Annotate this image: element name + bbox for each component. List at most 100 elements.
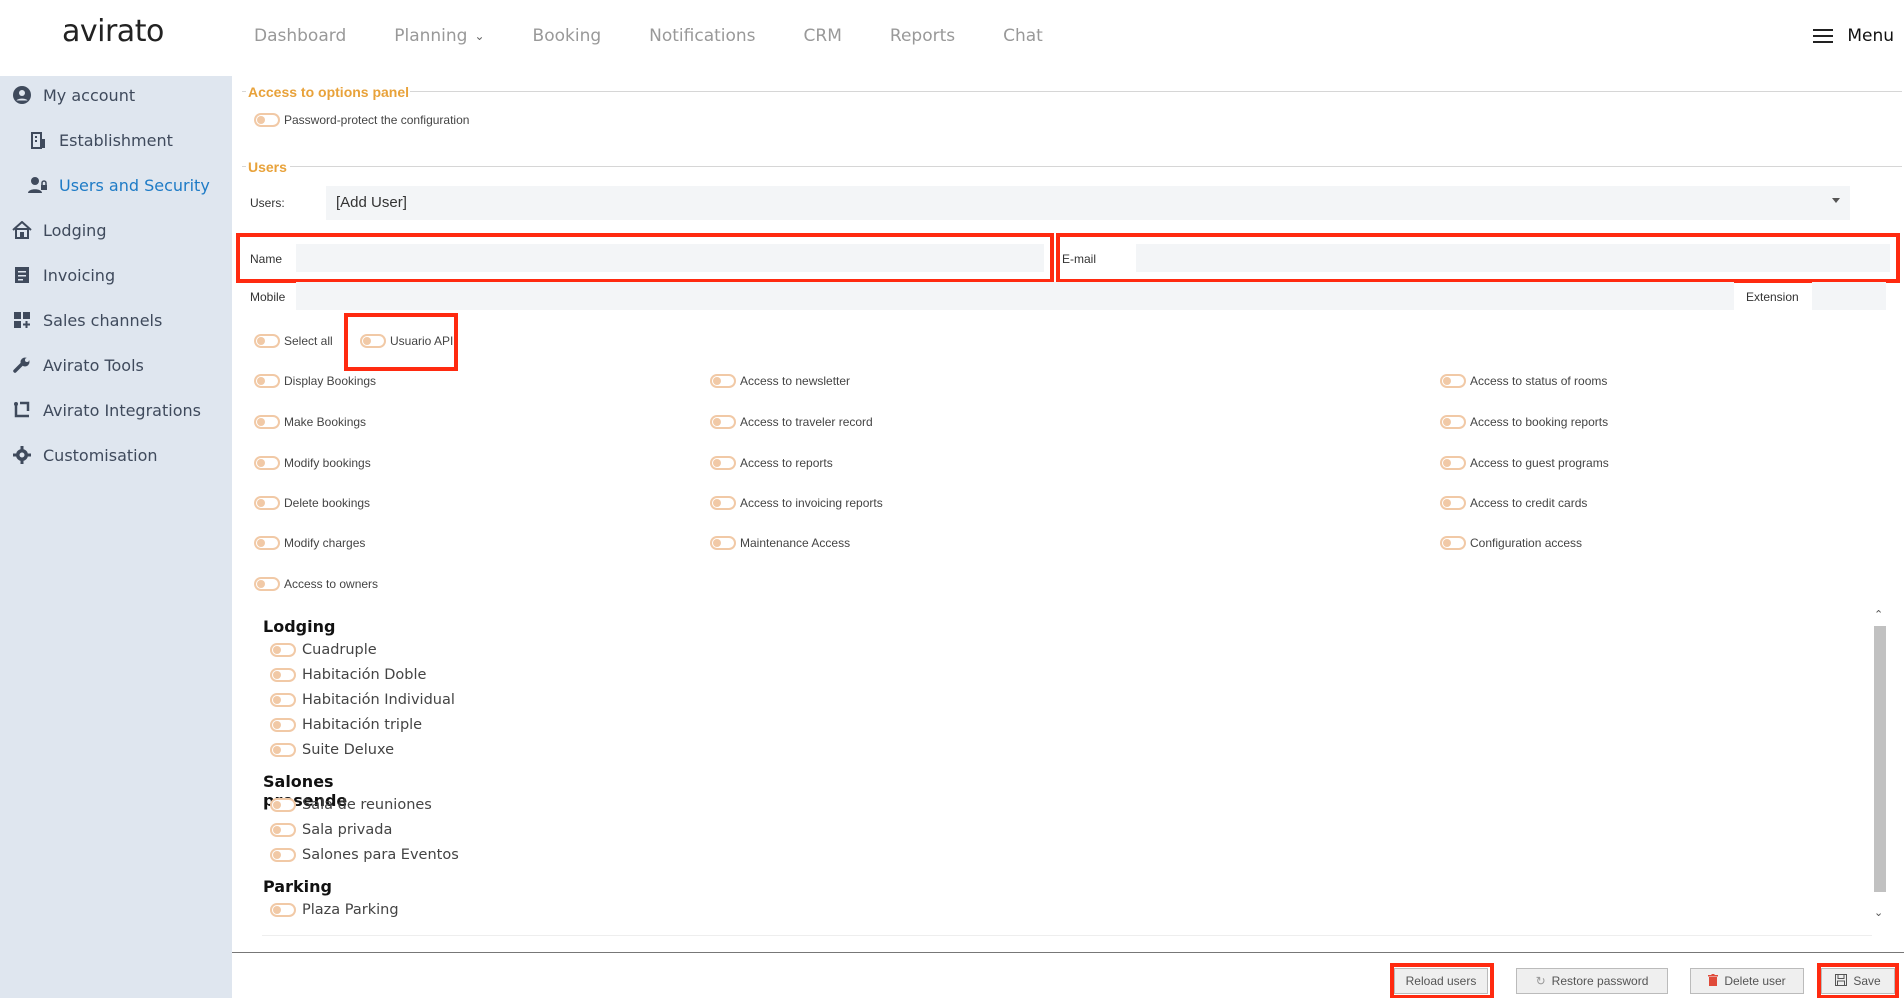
room-item[interactable]: Sala de reuniones	[270, 797, 432, 813]
app-root: avirato Dashboard Planning ⌄ Booking Noti…	[0, 0, 1904, 998]
sidebar-item-sales-channels[interactable]: Sales channels	[12, 310, 162, 330]
restore-password-button[interactable]: ↻ Restore password	[1516, 968, 1668, 994]
perm-access-invoicing-reports[interactable]: Access to invoicing reports	[710, 496, 883, 510]
options-panel-title: Access to options panel	[248, 84, 410, 100]
caret-down-icon	[1832, 198, 1840, 203]
perm-configuration-access[interactable]: Configuration access	[1440, 536, 1582, 550]
email-label: E-mail	[1062, 252, 1097, 266]
toggle-icon	[1440, 415, 1466, 429]
room-item[interactable]: Sala privada	[270, 822, 392, 838]
perm-maintenance-access[interactable]: Maintenance Access	[710, 536, 850, 550]
toggle-icon	[270, 693, 296, 707]
divider	[290, 166, 1902, 167]
perm-access-traveler-record[interactable]: Access to traveler record	[710, 415, 873, 429]
toggle-icon	[360, 334, 386, 348]
email-input[interactable]	[1136, 244, 1890, 272]
sidebar-item-lodging[interactable]: Lodging	[12, 220, 106, 240]
room-list-scrollbar[interactable]: ⌃ ⌄	[1872, 608, 1886, 922]
perm-delete-bookings[interactable]: Delete bookings	[254, 496, 370, 510]
room-item[interactable]: Habitación Individual	[270, 692, 455, 708]
room-item[interactable]: Habitación Doble	[270, 667, 426, 683]
extension-input[interactable]	[1812, 282, 1886, 310]
nav-dashboard[interactable]: Dashboard	[254, 26, 346, 46]
chevron-down-icon[interactable]: ⌄	[1874, 906, 1883, 919]
password-protect-toggle[interactable]: Password-protect the configuration	[254, 113, 469, 127]
perm-modify-charges[interactable]: Modify charges	[254, 536, 365, 550]
toggle-icon	[1440, 496, 1466, 510]
room-group-lodging: Lodging	[263, 617, 336, 636]
nav-notifications[interactable]: Notifications	[649, 26, 755, 46]
toggle-icon	[270, 823, 296, 837]
nav-crm[interactable]: CRM	[804, 26, 842, 46]
name-label: Name	[250, 252, 283, 266]
home-icon	[12, 220, 32, 240]
api-user-toggle[interactable]: Usuario API	[360, 334, 453, 348]
sidebar-item-customisation[interactable]: Customisation	[12, 445, 158, 465]
perm-access-owners[interactable]: Access to owners	[254, 577, 378, 591]
toggle-icon	[1440, 536, 1466, 550]
toggle-icon	[710, 374, 736, 388]
room-item[interactable]: Suite Deluxe	[270, 742, 394, 758]
user-circle-icon	[12, 85, 32, 105]
room-group-parking: Parking	[263, 877, 332, 896]
floppy-disk-icon	[1835, 973, 1848, 989]
perm-make-bookings[interactable]: Make Bookings	[254, 415, 366, 429]
users-dropdown[interactable]: [Add User]	[326, 186, 1850, 220]
user-lock-icon	[28, 175, 48, 195]
room-item[interactable]: Habitación triple	[270, 717, 422, 733]
room-item[interactable]: Plaza Parking	[270, 902, 399, 918]
save-button[interactable]: Save	[1821, 968, 1895, 994]
toggle-icon	[254, 113, 280, 127]
room-item[interactable]: Cuadruple	[270, 642, 377, 658]
sidebar-item-invoicing[interactable]: Invoicing	[12, 265, 115, 285]
toggle-icon	[254, 374, 280, 388]
perm-access-newsletter[interactable]: Access to newsletter	[710, 374, 850, 388]
logo: avirato	[62, 14, 164, 49]
nav-chat[interactable]: Chat	[1003, 26, 1043, 46]
gear-icon	[12, 445, 32, 465]
menu-button[interactable]: Menu	[1813, 26, 1894, 46]
sidebar-item-avirato-integrations[interactable]: Avirato Integrations	[12, 400, 201, 420]
perm-access-credit-cards[interactable]: Access to credit cards	[1440, 496, 1587, 510]
delete-user-button[interactable]: Delete user	[1690, 968, 1804, 994]
toggle-icon	[270, 848, 296, 862]
footer-divider	[232, 952, 1904, 953]
divider	[242, 91, 246, 92]
building-icon	[28, 130, 48, 150]
chevron-up-icon[interactable]: ⌃	[1874, 608, 1883, 621]
main-nav: Dashboard Planning ⌄ Booking Notification…	[254, 26, 1091, 46]
mobile-input[interactable]	[296, 282, 1734, 310]
scrollbar-thumb[interactable]	[1874, 626, 1886, 892]
perm-access-booking-reports[interactable]: Access to booking reports	[1440, 415, 1608, 429]
perm-access-reports[interactable]: Access to reports	[710, 456, 833, 470]
toggle-icon	[254, 456, 280, 470]
toggle-icon	[710, 415, 736, 429]
toggle-icon	[270, 743, 296, 757]
refresh-icon: ↻	[1535, 974, 1546, 988]
sidebar-item-my-account[interactable]: My account	[12, 85, 135, 105]
toggle-icon	[1440, 456, 1466, 470]
room-item[interactable]: Salones para Eventos	[270, 847, 459, 863]
top-bar: avirato Dashboard Planning ⌄ Booking Noti…	[0, 0, 1904, 76]
sidebar-item-establishment[interactable]: Establishment	[28, 130, 173, 150]
nav-booking[interactable]: Booking	[533, 26, 602, 46]
sidebar-item-avirato-tools[interactable]: Avirato Tools	[12, 355, 144, 375]
nav-reports[interactable]: Reports	[890, 26, 955, 46]
divider	[242, 166, 246, 167]
invoice-icon	[12, 265, 32, 285]
toggle-icon	[270, 718, 296, 732]
toggle-icon	[270, 643, 296, 657]
users-section-title: Users	[248, 159, 287, 175]
sidebar-item-users-security[interactable]: Users and Security	[28, 175, 210, 195]
select-all-toggle[interactable]: Select all	[254, 334, 333, 348]
reload-users-button[interactable]: Reload users	[1394, 968, 1488, 994]
name-input[interactable]	[296, 244, 1044, 272]
sidebar: My account Establishment Users and Secur…	[0, 76, 232, 998]
perm-display-bookings[interactable]: Display Bookings	[254, 374, 376, 388]
nav-planning[interactable]: Planning ⌄	[394, 26, 484, 46]
toggle-icon	[1440, 374, 1466, 388]
perm-access-guest-programs[interactable]: Access to guest programs	[1440, 456, 1609, 470]
toggle-icon	[254, 536, 280, 550]
perm-modify-bookings[interactable]: Modify bookings	[254, 456, 371, 470]
perm-access-status-rooms[interactable]: Access to status of rooms	[1440, 374, 1607, 388]
